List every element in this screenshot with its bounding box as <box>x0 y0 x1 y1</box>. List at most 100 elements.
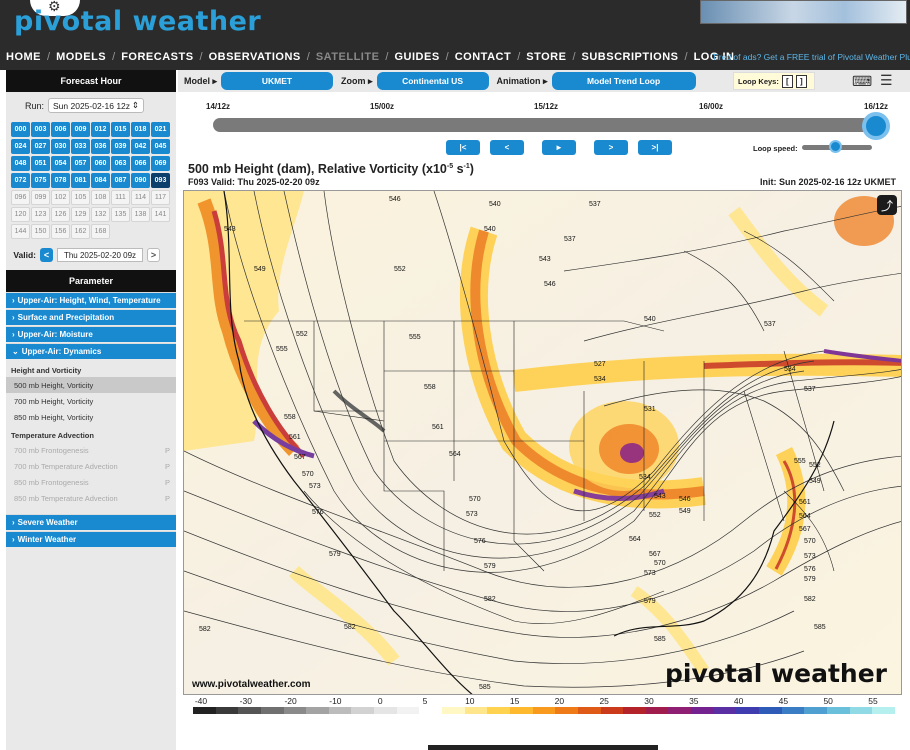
nav-satellite[interactable]: SATELLITE <box>310 51 386 63</box>
forecast-hour-048[interactable]: 048 <box>11 156 30 171</box>
loop-speed-knob[interactable] <box>829 140 842 153</box>
nav-models[interactable]: MODELS <box>50 51 112 63</box>
forecast-hour-135[interactable]: 135 <box>111 207 130 222</box>
forecast-hour-075[interactable]: 075 <box>31 173 50 188</box>
forecast-hour-123[interactable]: 123 <box>31 207 50 222</box>
forecast-hour-039[interactable]: 039 <box>111 139 130 154</box>
forecast-hour-141[interactable]: 141 <box>151 207 170 222</box>
play-button[interactable]: ► <box>542 140 576 155</box>
param-category[interactable]: › Upper-Air: Moisture <box>6 326 176 342</box>
timeline-knob[interactable] <box>862 112 890 140</box>
forecast-hour-045[interactable]: 045 <box>151 139 170 154</box>
forecast-hour-036[interactable]: 036 <box>91 139 110 154</box>
forecast-hour-168[interactable]: 168 <box>91 224 110 239</box>
forecast-hour-117[interactable]: 117 <box>151 190 170 205</box>
forecast-hour-138[interactable]: 138 <box>131 207 150 222</box>
last-frame-button[interactable]: >| <box>638 140 672 155</box>
run-select[interactable]: Sun 2025-02-16 12z ⇕ <box>48 98 144 113</box>
valid-next-button[interactable]: > <box>147 248 160 262</box>
forecast-hour-099[interactable]: 099 <box>31 190 50 205</box>
forecast-hour-063[interactable]: 063 <box>111 156 130 171</box>
forecast-hour-033[interactable]: 033 <box>71 139 90 154</box>
zoom-select[interactable]: Continental US <box>376 72 489 90</box>
param-category[interactable]: › Upper-Air: Height, Wind, Temperature <box>6 292 176 308</box>
valid-time-select[interactable]: Thu 2025-02-20 09z <box>57 248 143 262</box>
settings-sliders-icon[interactable]: ☰ <box>880 72 893 89</box>
forecast-hour-078[interactable]: 078 <box>51 173 70 188</box>
timeline-track[interactable] <box>213 118 873 132</box>
model-select[interactable]: UKMET <box>221 72 334 90</box>
param-category[interactable]: ⌄ Upper-Air: Dynamics <box>6 343 176 359</box>
forecast-hour-057[interactable]: 057 <box>71 156 90 171</box>
param-category[interactable]: › Surface and Precipitation <box>6 309 176 325</box>
forecast-hour-093[interactable]: 093 <box>151 173 170 188</box>
param-item[interactable]: 850 mb Height, Vorticity <box>6 409 176 425</box>
forecast-hour-111[interactable]: 111 <box>111 190 130 205</box>
forecast-hour-021[interactable]: 021 <box>151 122 170 137</box>
forecast-hour-096[interactable]: 096 <box>11 190 30 205</box>
forecast-hour-072[interactable]: 072 <box>11 173 30 188</box>
keyboard-icon[interactable]: ⌨ <box>852 73 872 90</box>
forecast-hour-051[interactable]: 051 <box>31 156 50 171</box>
forecast-hour-012[interactable]: 012 <box>91 122 110 137</box>
forecast-hour-162[interactable]: 162 <box>71 224 90 239</box>
ad-banner[interactable] <box>700 0 907 24</box>
colorbar-swatch <box>260 707 284 714</box>
forecast-hour-018[interactable]: 018 <box>131 122 150 137</box>
param-item[interactable]: 500 mb Height, Vorticity <box>6 377 176 393</box>
animation-select[interactable]: Model Trend Loop <box>551 72 696 90</box>
nav-store[interactable]: STORE <box>520 51 572 63</box>
param-category[interactable]: › Winter Weather <box>6 531 176 547</box>
forecast-hour-144[interactable]: 144 <box>11 224 30 239</box>
nav-home[interactable]: HOME <box>0 51 47 63</box>
forecast-hour-054[interactable]: 054 <box>51 156 70 171</box>
nav-forecasts[interactable]: FORECASTS <box>115 51 199 63</box>
forecast-hour-000[interactable]: 000 <box>11 122 30 137</box>
param-item[interactable]: 700 mb Frontogenesis P <box>6 442 176 458</box>
promo-link[interactable]: Tired of ads? Get a FREE trial of Pivota… <box>712 52 910 62</box>
forecast-hour-132[interactable]: 132 <box>91 207 110 222</box>
forecast-hour-003[interactable]: 003 <box>31 122 50 137</box>
forecast-hour-090[interactable]: 090 <box>131 173 150 188</box>
forecast-hour-129[interactable]: 129 <box>71 207 90 222</box>
param-item[interactable]: 700 mb Temperature Advection P <box>6 458 176 474</box>
forecast-hour-084[interactable]: 084 <box>91 173 110 188</box>
share-icon[interactable]: ⤴ <box>877 195 897 215</box>
forecast-hour-102[interactable]: 102 <box>51 190 70 205</box>
loop-key-close[interactable]: ] <box>795 74 807 88</box>
forecast-hour-156[interactable]: 156 <box>51 224 70 239</box>
forecast-hour-108[interactable]: 108 <box>91 190 110 205</box>
forecast-hour-009[interactable]: 009 <box>71 122 90 137</box>
nav-subscriptions[interactable]: SUBSCRIPTIONS <box>576 51 685 63</box>
next-frame-button[interactable]: > <box>594 140 628 155</box>
forecast-hour-150[interactable]: 150 <box>31 224 50 239</box>
forecast-hour-042[interactable]: 042 <box>131 139 150 154</box>
forecast-hour-030[interactable]: 030 <box>51 139 70 154</box>
forecast-hour-015[interactable]: 015 <box>111 122 130 137</box>
nav-contact[interactable]: CONTACT <box>449 51 517 63</box>
valid-prev-button[interactable]: < <box>40 248 53 262</box>
forecast-hour-081[interactable]: 081 <box>71 173 90 188</box>
forecast-hour-069[interactable]: 069 <box>151 156 170 171</box>
forecast-hour-105[interactable]: 105 <box>71 190 90 205</box>
forecast-hour-126[interactable]: 126 <box>51 207 70 222</box>
forecast-hour-006[interactable]: 006 <box>51 122 70 137</box>
nav-guides[interactable]: GUIDES <box>388 51 445 63</box>
param-category[interactable]: › Severe Weather <box>6 514 176 530</box>
forecast-map[interactable]: 543 546 540 537 549 552 540 537 543 546 540 537 555 5… <box>183 190 902 695</box>
param-item[interactable]: 850 mb Temperature Advection P <box>6 490 176 506</box>
param-item[interactable]: 850 mb Frontogenesis P <box>6 474 176 490</box>
forecast-hour-087[interactable]: 087 <box>111 173 130 188</box>
forecast-hour-024[interactable]: 024 <box>11 139 30 154</box>
first-frame-button[interactable]: |< <box>446 140 480 155</box>
forecast-hour-120[interactable]: 120 <box>11 207 30 222</box>
forecast-hour-060[interactable]: 060 <box>91 156 110 171</box>
forecast-hour-027[interactable]: 027 <box>31 139 50 154</box>
param-item[interactable]: 700 mb Height, Vorticity <box>6 393 176 409</box>
forecast-hour-066[interactable]: 066 <box>131 156 150 171</box>
forecast-hour-114[interactable]: 114 <box>131 190 150 205</box>
prev-frame-button[interactable]: < <box>490 140 524 155</box>
loop-key-open[interactable]: [ <box>781 74 793 88</box>
site-logo[interactable]: pivotal weather <box>14 6 261 37</box>
nav-observations[interactable]: OBSERVATIONS <box>203 51 307 63</box>
